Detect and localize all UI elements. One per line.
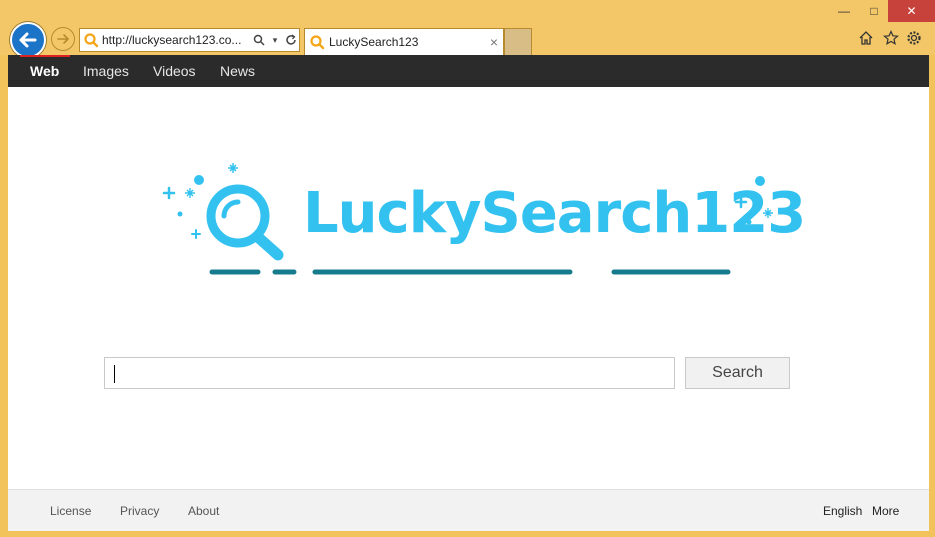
browser-chrome: — □ ✕ http://luckysearch123.co... ▾ Luck… <box>0 0 935 58</box>
browser-tab[interactable]: LuckySearch123 × <box>304 28 504 55</box>
logo-text: LuckySearch123 <box>303 181 806 246</box>
footer-language-link[interactable]: English <box>823 504 862 518</box>
footer-more-link[interactable]: More <box>872 504 899 518</box>
address-bar[interactable]: http://luckysearch123.co... ▾ <box>79 28 300 52</box>
close-window-button[interactable]: ✕ <box>888 0 935 22</box>
search-button[interactable]: Search <box>685 357 790 389</box>
arrow-right-icon <box>57 34 69 44</box>
gear-icon[interactable] <box>904 28 924 48</box>
tab-close-icon[interactable]: × <box>485 34 503 50</box>
search-type-nav: Web Images Videos News <box>8 55 929 87</box>
search-input[interactable] <box>104 357 675 389</box>
minimize-button[interactable]: — <box>828 0 860 22</box>
text-caret <box>114 365 115 383</box>
refresh-icon[interactable] <box>283 31 299 49</box>
arrow-left-icon <box>19 32 37 48</box>
site-logo: LuckySearch123 <box>158 159 806 279</box>
search-icon[interactable] <box>251 31 267 49</box>
back-button[interactable] <box>10 22 46 58</box>
nav-web[interactable]: Web <box>30 63 59 79</box>
main-content: LuckySearch123 Search <box>8 87 929 489</box>
nav-news[interactable]: News <box>220 63 255 79</box>
footer-privacy-link[interactable]: Privacy <box>120 504 159 518</box>
maximize-button[interactable]: □ <box>860 0 888 22</box>
footer: License Privacy About English More <box>8 489 929 531</box>
tab-title: LuckySearch123 <box>329 35 419 49</box>
address-url[interactable]: http://luckysearch123.co... <box>102 33 251 47</box>
site-search-icon <box>80 29 102 51</box>
dropdown-icon[interactable]: ▾ <box>267 31 283 49</box>
new-tab-button[interactable] <box>504 28 532 55</box>
home-icon[interactable] <box>856 28 876 48</box>
footer-license-link[interactable]: License <box>50 504 91 518</box>
forward-button[interactable] <box>51 27 75 51</box>
footer-about-link[interactable]: About <box>188 504 219 518</box>
nav-images[interactable]: Images <box>83 63 129 79</box>
favorites-star-icon[interactable] <box>881 28 901 48</box>
active-tab-indicator <box>20 55 70 57</box>
nav-videos[interactable]: Videos <box>153 63 196 79</box>
site-favicon-icon <box>305 34 329 50</box>
